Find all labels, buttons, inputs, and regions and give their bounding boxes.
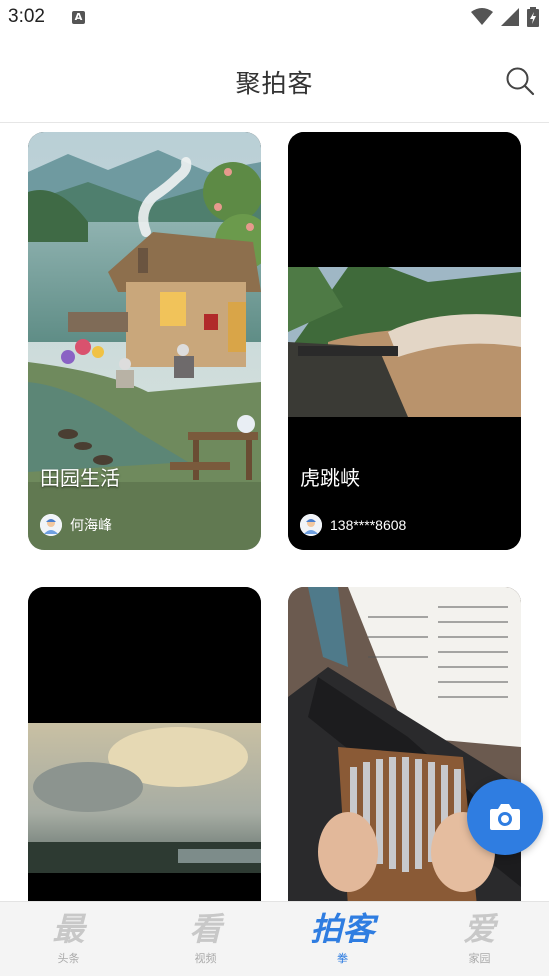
notification-a-icon: A	[72, 11, 85, 24]
search-icon	[506, 67, 535, 96]
nav-tab-label: 头条	[57, 952, 80, 965]
card-author[interactable]: 138****8608	[300, 514, 406, 536]
video-thumbnail	[28, 587, 261, 901]
card-title: 田园生活	[40, 466, 120, 490]
nav-tab-headlines[interactable]: 最 头条	[0, 902, 137, 976]
wifi-icon	[471, 8, 493, 25]
avatar	[40, 514, 62, 536]
status-bar: 3:02 A	[0, 0, 549, 38]
video-card[interactable]	[28, 587, 261, 901]
nav-tab-glyph: 最	[52, 910, 85, 948]
nav-tab-video[interactable]: 看 视频	[137, 902, 274, 976]
video-thumbnail	[288, 587, 521, 901]
page-title: 聚拍客	[235, 69, 314, 98]
video-card[interactable]: 田园生活 何海峰	[28, 132, 261, 550]
author-name: 138****8608	[330, 517, 407, 533]
video-card[interactable]	[288, 587, 521, 901]
card-author[interactable]: 何海峰	[40, 514, 112, 536]
nav-tab-label: 拳	[337, 952, 348, 965]
user-avatar-icon	[300, 514, 322, 536]
battery-icon	[527, 7, 539, 27]
video-feed: 田园生活 何海峰 虎跳峡 138****8608	[0, 123, 549, 901]
user-avatar-icon	[40, 514, 62, 536]
nav-tab-label: 家园	[468, 952, 491, 965]
header-bar: 聚拍客	[0, 38, 549, 123]
app-screen: 3:02 A 聚拍客 田园生活 何海峰 虎跳峡 138****8608 最 头条…	[0, 0, 549, 976]
nav-tab-paike[interactable]: 拍客 拳	[274, 902, 411, 976]
status-icons	[471, 7, 539, 27]
video-card[interactable]: 虎跳峡 138****8608	[288, 132, 521, 550]
nav-tab-glyph: 爱	[463, 910, 496, 948]
camera-button[interactable]	[467, 779, 543, 855]
nav-tab-glyph: 拍客	[310, 910, 375, 948]
nav-tab-label: 视频	[194, 952, 217, 965]
author-name: 何海峰	[70, 517, 112, 533]
card-title: 虎跳峡	[300, 466, 360, 490]
nav-tab-glyph: 看	[189, 910, 222, 948]
status-time: 3:02	[8, 6, 45, 27]
search-button[interactable]	[505, 66, 535, 96]
avatar	[300, 514, 322, 536]
signal-icon	[501, 8, 519, 26]
nav-tab-home[interactable]: 爱 家园	[411, 902, 548, 976]
bottom-navigation: 最 头条 看 视频 拍客 拳 爱 家园	[0, 901, 549, 976]
camera-icon	[490, 804, 520, 830]
